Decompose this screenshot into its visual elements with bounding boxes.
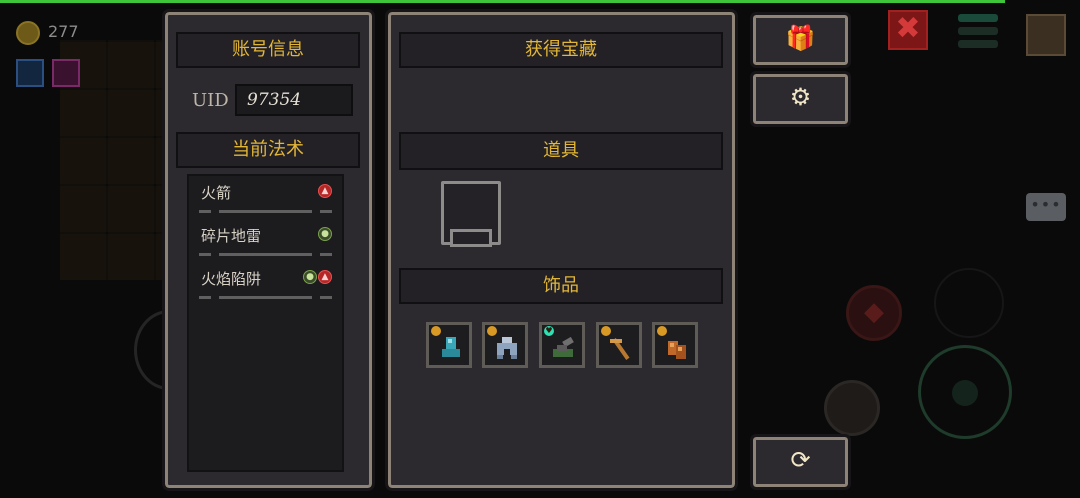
joystick-ring	[934, 268, 1004, 338]
shield-buff-icon	[16, 59, 44, 87]
spell-item[interactable]: 火箭 ▲	[199, 180, 332, 214]
spell-name: 火箭	[201, 184, 232, 202]
chat-icon[interactable]: •••	[1026, 193, 1066, 221]
fire-element-icon: ▲	[318, 270, 332, 284]
uid-value[interactable]: 97354	[235, 84, 353, 116]
earth-element-icon: ●	[303, 270, 317, 284]
treasure-title: 获得宝藏	[399, 32, 723, 68]
accessory-slot[interactable]	[652, 322, 698, 368]
accessory-slot[interactable]: ♥	[539, 322, 585, 368]
divider	[199, 210, 332, 213]
health-bar	[0, 0, 1005, 3]
cannon-icon	[553, 336, 574, 357]
coin-count: 277	[48, 22, 79, 41]
aim-joystick-knob[interactable]	[952, 380, 978, 406]
fire-skill-button[interactable]: ◆	[846, 285, 902, 341]
gift-icon: 🎁	[785, 24, 816, 52]
close-icon[interactable]: ✖	[888, 10, 928, 50]
refresh-button[interactable]: ⟳	[750, 434, 851, 490]
divider	[199, 253, 332, 256]
coin-icon	[16, 21, 40, 45]
gear-icon: ⚙	[789, 83, 812, 111]
character-portrait[interactable]	[1026, 14, 1066, 56]
accessory-slot[interactable]	[426, 322, 472, 368]
fire-element-icon: ▲	[318, 184, 332, 198]
curse-buff-icon	[52, 59, 80, 87]
gift-button[interactable]: 🎁	[750, 12, 851, 68]
spell-name: 火焰陷阱	[201, 270, 262, 288]
props-title: 道具	[399, 132, 723, 170]
refresh-icon: ⟳	[790, 446, 811, 474]
divider	[199, 296, 332, 299]
account-title: 账号信息	[176, 32, 360, 68]
accessory-slot[interactable]	[482, 322, 528, 368]
spell-name: 碎片地雷	[201, 227, 262, 245]
uid-label: UID	[192, 90, 229, 111]
accessory-slot[interactable]	[596, 322, 642, 368]
pickaxe-icon	[610, 338, 630, 360]
menu-icon[interactable]	[958, 14, 998, 56]
item-slot-tab	[450, 229, 492, 247]
armor-icon	[497, 337, 517, 359]
spells-title: 当前法术	[176, 132, 360, 168]
gloves-icon	[668, 341, 686, 359]
secondary-skill-button[interactable]	[824, 380, 880, 436]
spell-item[interactable]: 火焰陷阱 ● ▲	[199, 266, 332, 300]
spell-item[interactable]: 碎片地雷 ●	[199, 223, 332, 257]
treasure-panel	[385, 9, 738, 491]
earth-element-icon: ●	[318, 227, 332, 241]
boot-icon	[442, 337, 460, 357]
accessories-title: 饰品	[399, 268, 723, 304]
settings-button[interactable]: ⚙	[750, 71, 851, 127]
spell-list: 火箭 ▲ 碎片地雷 ● 火焰陷阱 ● ▲	[187, 174, 344, 472]
